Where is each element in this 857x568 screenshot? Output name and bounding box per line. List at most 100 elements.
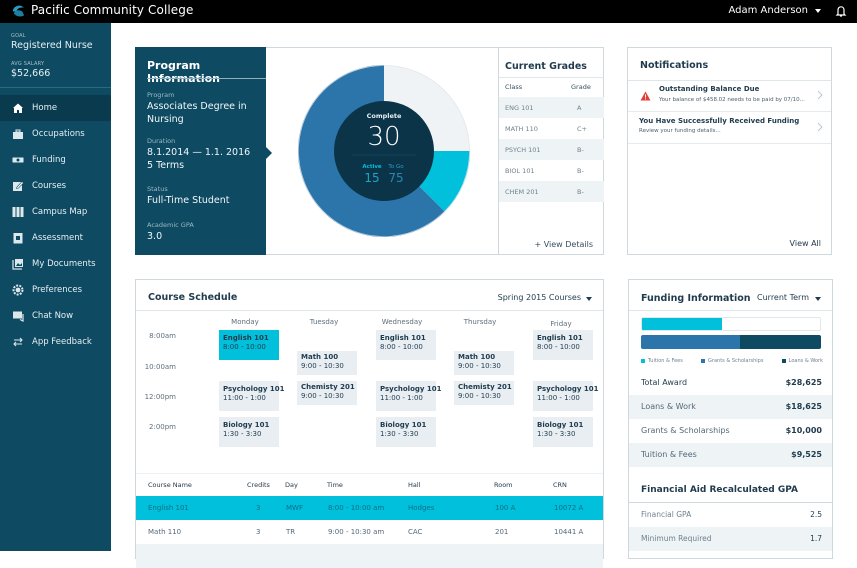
cell-hall: CAC (408, 528, 423, 536)
grade-row: PSYCH 101 B- (499, 139, 604, 160)
briefcase-icon (12, 128, 24, 140)
credits-donut-chart: Complete 30 Active To Go 15 75 (298, 65, 470, 237)
sidebar-item-campus-map[interactable]: Campus Map (0, 199, 111, 225)
grants-bar-fill (641, 335, 740, 349)
schedule-block[interactable]: Psychology 101 11:00 - 1:00 (533, 381, 599, 411)
block-name: Psychology 101 (537, 385, 599, 393)
notifications-title: Notifications (640, 60, 709, 71)
sidebar-item-funding[interactable]: Funding (0, 147, 111, 173)
grades-rule (499, 77, 604, 78)
chevron-right-icon (817, 90, 823, 100)
block-name: English 101 (223, 334, 269, 342)
chevron-down-icon[interactable] (815, 297, 821, 301)
sidebar-item-chat-now[interactable]: Chat Now (0, 303, 111, 329)
notification-subtitle: Your balance of $458.02 needs to be paid… (659, 97, 805, 103)
legend-swatch (641, 358, 645, 363)
block-name: Biology 101 (380, 421, 427, 429)
sidebar-item-assessment[interactable]: Assessment (0, 225, 111, 251)
block-hours: 9:00 - 10:30 (301, 392, 344, 400)
gpa-label: Financial GPA (641, 510, 692, 519)
grade-row: CHEM 201 B- (499, 181, 604, 202)
gear-icon (12, 284, 24, 296)
schedule-block[interactable]: Chemisty 201 9:00 - 10:30 (297, 381, 357, 405)
grade-value: A (577, 104, 582, 112)
funding-value: $10,000 (785, 426, 822, 435)
legend-item: Tuition & Fees (641, 358, 683, 364)
block-name: Chemisty 201 (301, 383, 355, 391)
schedule-block[interactable]: Chemisty 201 9:00 - 10:30 (454, 381, 514, 405)
block-hours: 9:00 - 10:30 (458, 392, 501, 400)
schedule-block[interactable]: English 101 8:00 - 10:00 (533, 330, 593, 360)
gpa-title: Financial Aid Recalculated GPA (641, 485, 798, 495)
block-name: Math 100 (458, 353, 496, 361)
notification-item[interactable]: You Have Successfully Received Funding R… (628, 113, 831, 144)
cell-crn: 10072 A (554, 504, 584, 512)
course-table-row[interactable]: English 101 3 MWF 8:00 - 10:00 am Hodges… (136, 496, 603, 520)
schedule-block[interactable]: Psychology 101 11:00 - 1:00 (376, 381, 442, 411)
chevron-down-icon[interactable] (815, 9, 821, 13)
grade-class: CHEM 201 (505, 188, 539, 196)
schedule-block[interactable]: Math 100 9:00 - 10:30 (454, 351, 514, 375)
program-information: Program Information Program Associates D… (135, 47, 272, 255)
sidebar-divider (0, 87, 111, 88)
schedule-block[interactable]: Biology 101 1:30 - 3:30 (533, 417, 593, 447)
gpa-row: Minimum Required 1.7 (629, 527, 832, 551)
block-name: Math 100 (301, 353, 339, 361)
salary-value: $52,666 (11, 68, 51, 79)
grade-value: C+ (577, 125, 587, 133)
sidebar-item-label: Occupations (32, 129, 85, 139)
sidebar-item-occupations[interactable]: Occupations (0, 121, 111, 147)
course-table-row[interactable]: Math 110 3 TR 9:00 - 10:30 am CAC 201 10… (136, 520, 603, 544)
block-hours: 1:30 - 3:30 (223, 430, 262, 438)
chat-icon (12, 310, 24, 322)
schedule-block[interactable]: Psychology 101 11:00 - 1:00 (219, 381, 285, 411)
grade-row: MATH 110 C+ (499, 118, 604, 139)
sidebar-item-label: My Documents (32, 259, 96, 269)
cell-course: English 101 (148, 504, 189, 512)
schedule-block[interactable]: Math 100 9:00 - 10:30 (297, 351, 357, 375)
notification-item[interactable]: Outstanding Balance Due Your balance of … (628, 81, 831, 112)
view-details-link[interactable]: + View Details (534, 240, 593, 249)
sidebar-item-my-documents[interactable]: My Documents (0, 251, 111, 277)
map-icon (12, 206, 24, 218)
cell-day: MWF (286, 504, 303, 512)
cell-credits: 3 (256, 528, 261, 536)
schedule-block[interactable]: Biology 101 1:30 - 3:30 (219, 417, 279, 447)
app-title: Pacific Community College (31, 3, 194, 17)
term-select[interactable]: Spring 2015 Courses (498, 293, 581, 302)
schedule-rule (136, 310, 603, 311)
grade-value: B- (577, 146, 584, 154)
schedule-block[interactable]: English 101 8:00 - 10:00 (219, 330, 279, 360)
course-table-row (136, 544, 603, 568)
gpa-row: Financial GPA 2.5 (629, 503, 832, 527)
day-header: Thursday (463, 318, 497, 326)
status-label: Status (147, 185, 168, 193)
block-hours: 11:00 - 1:00 (537, 394, 580, 402)
view-all-link[interactable]: View All (790, 239, 821, 248)
bell-icon[interactable] (834, 4, 848, 18)
sidebar-item-courses[interactable]: Courses (0, 173, 111, 199)
sidebar-item-preferences[interactable]: Preferences (0, 277, 111, 303)
tuition-bar (641, 317, 821, 331)
chevron-down-icon[interactable] (586, 297, 592, 301)
funding-title: Funding Information (641, 293, 751, 304)
tuition-bar-fill (642, 318, 723, 330)
legend-label: Tuition & Fees (648, 358, 683, 364)
sidebar-item-home[interactable]: Home (0, 95, 111, 121)
schedule-block[interactable]: English 101 8:00 - 10:00 (376, 330, 436, 360)
funding-value: $18,625 (785, 402, 822, 411)
day-header: Friday (550, 320, 572, 328)
notification-title: You Have Successfully Received Funding (639, 117, 800, 125)
block-name: Psychology 101 (223, 385, 285, 393)
user-menu[interactable]: Adam Anderson (728, 5, 808, 16)
sidebar-item-label: Courses (32, 181, 67, 191)
legend-item: Grants & Scholarships (701, 358, 763, 364)
title-rule (147, 78, 266, 79)
funding-term-select[interactable]: Current Term (757, 293, 809, 302)
funding-row: Grants & Scholarships $10,000 (629, 419, 832, 443)
schedule-block[interactable]: Biology 101 1:30 - 3:30 (376, 417, 436, 447)
sidebar-item-label: Home (32, 103, 58, 113)
duration-value: 8.1.2014 — 1.1. 2016 (147, 147, 251, 158)
funding-label: Loans & Work (641, 402, 696, 411)
sidebar-item-app-feedback[interactable]: App Feedback (0, 329, 111, 355)
